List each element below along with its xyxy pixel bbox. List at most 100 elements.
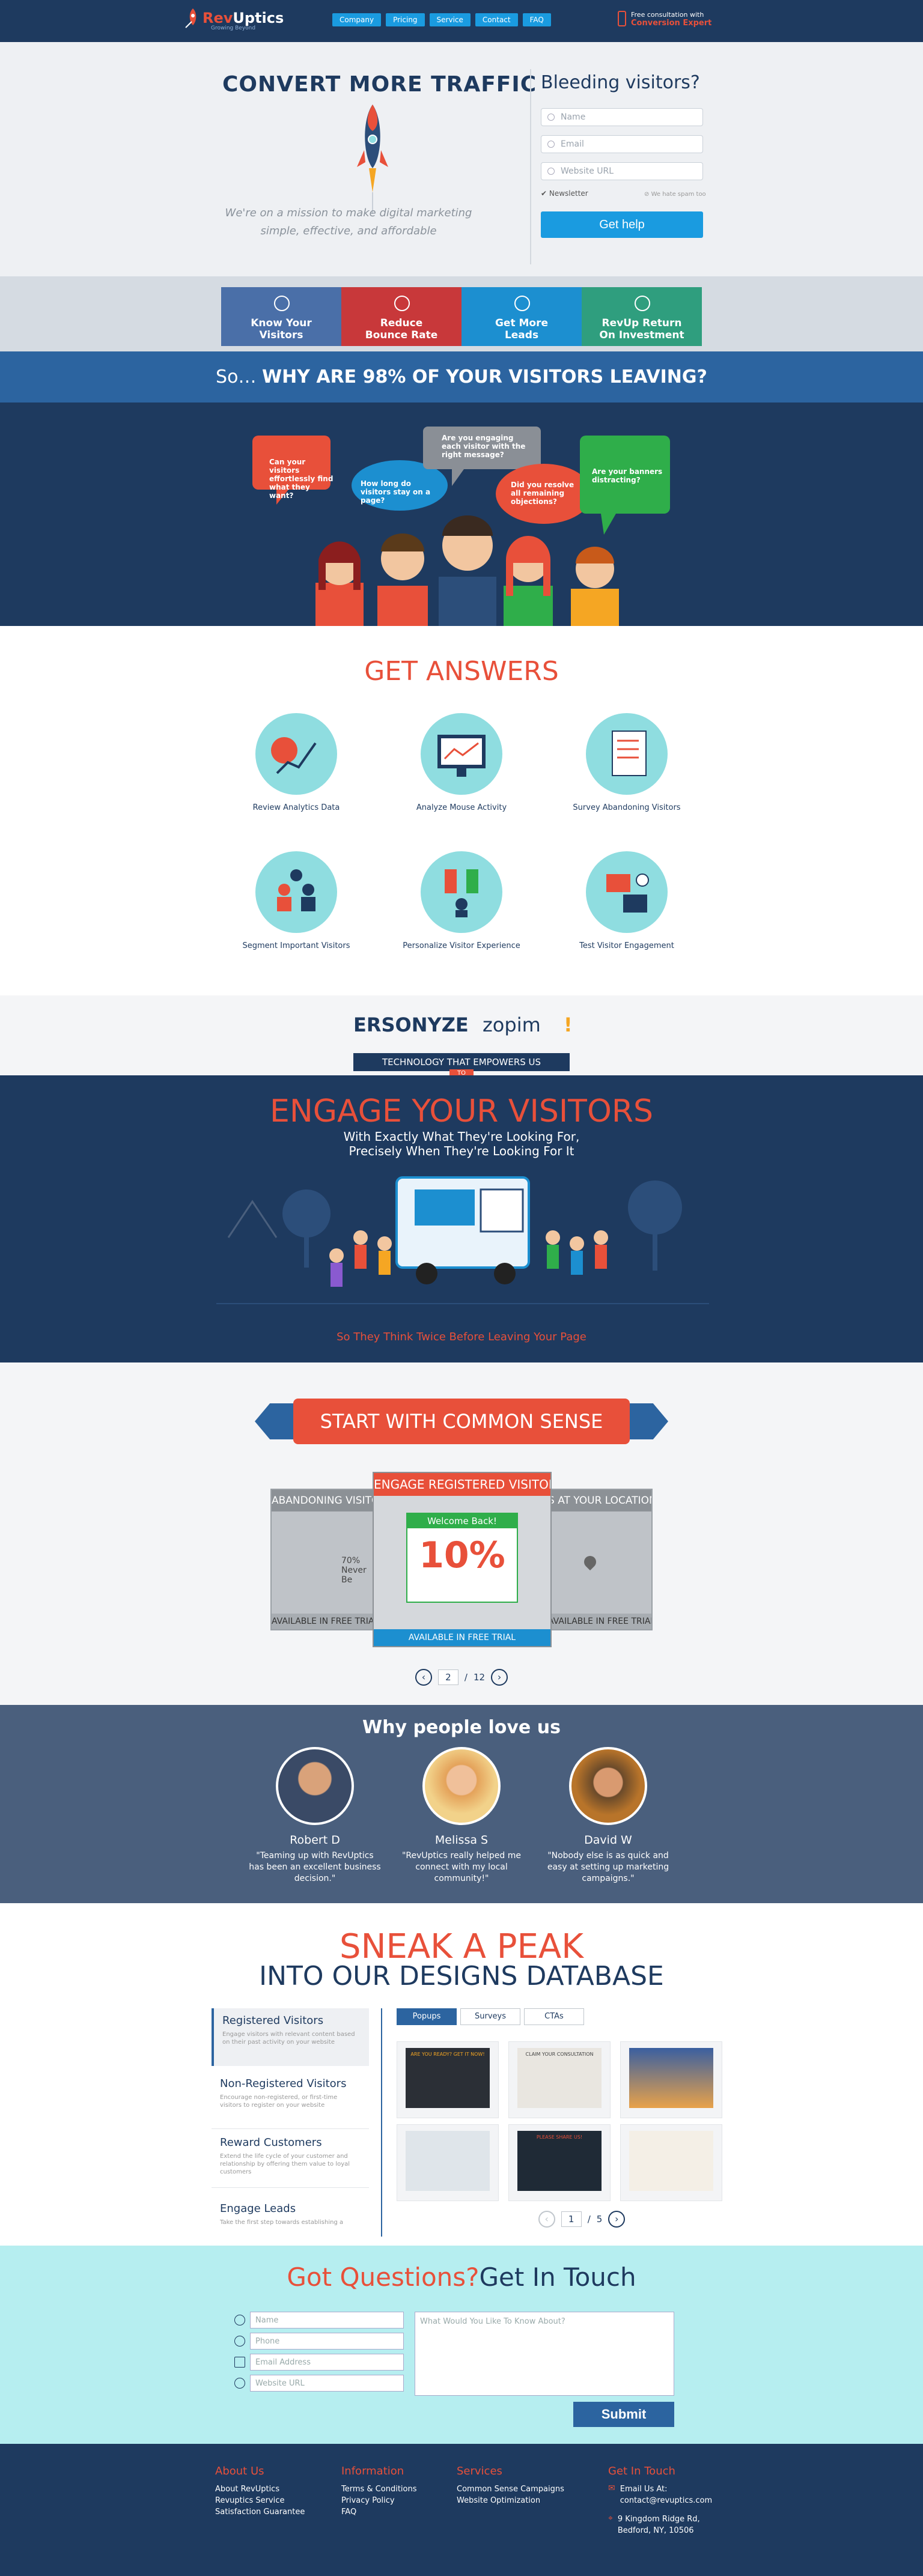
location-icon bbox=[274, 296, 290, 311]
contact-url-field[interactable]: Website URL bbox=[250, 2375, 404, 2392]
page-number-input[interactable]: 1 bbox=[561, 2211, 582, 2227]
footer-email-address[interactable]: contact@revuptics.com bbox=[620, 2495, 712, 2506]
design-thumb[interactable] bbox=[620, 2124, 722, 2201]
footer-heading: Services bbox=[457, 2465, 502, 2477]
thumb-caption: ARE YOU READY? GET IT NOW! bbox=[410, 2052, 485, 2057]
rocket-logo-icon bbox=[185, 8, 196, 28]
welcome-popup: Welcome Back! 10% bbox=[406, 1513, 518, 1603]
footer-address: ⌖ 9 Kingdom Ridge Rd, Bedford, NY, 10506 bbox=[608, 2514, 712, 2536]
footer-link[interactable]: Common Sense Campaigns bbox=[457, 2483, 564, 2495]
nav-faq[interactable]: FAQ bbox=[522, 13, 551, 26]
contact-message-field[interactable]: What Would You Like To Know About? bbox=[415, 2312, 674, 2396]
prev-arrow-icon[interactable]: ‹ bbox=[538, 2211, 555, 2228]
testimonials-title: Why people love us bbox=[362, 1717, 561, 1738]
engage-subtitle-2: Precisely When They're Looking For It bbox=[349, 1144, 574, 1158]
nav-pricing[interactable]: Pricing bbox=[386, 13, 425, 26]
consultation-cta[interactable]: Free consultation with Conversion Expert bbox=[618, 11, 711, 28]
category-desc: Encourage non-registered, or first-time … bbox=[220, 2094, 338, 2109]
contact-submit-button[interactable]: Submit bbox=[573, 2402, 674, 2427]
design-thumb[interactable] bbox=[397, 2124, 499, 2201]
design-tabs: Popups Surveys CTAs bbox=[397, 2008, 584, 2025]
footer-services: Services Common Sense Campaigns Website … bbox=[457, 2465, 564, 2506]
globe-icon bbox=[234, 2378, 245, 2389]
page-separator: / bbox=[587, 2214, 591, 2225]
bubble-objections: Did you resolve all remaining objections… bbox=[511, 481, 574, 506]
contact-phone-field[interactable]: Phone bbox=[250, 2333, 404, 2350]
contact-title-b: Get In Touch bbox=[479, 2262, 636, 2292]
category-reward[interactable]: Reward Customers Extend the life cycle of… bbox=[212, 2130, 369, 2188]
tile-know-visitors[interactable]: Know Your Visitors bbox=[221, 287, 341, 346]
visitors-illustration: Can your visitors effortlessly find what… bbox=[0, 402, 923, 626]
answer-survey[interactable]: Survey Abandoning Visitors bbox=[567, 713, 687, 813]
nav-service[interactable]: Service bbox=[429, 13, 471, 26]
footer-link[interactable]: Terms & Conditions bbox=[341, 2483, 417, 2495]
design-thumb[interactable]: PLEASE SHARE US! bbox=[508, 2124, 611, 2201]
tile-label-line1: RevUp Return bbox=[602, 317, 682, 329]
person-quote: "RevUptics really helped me connect with… bbox=[401, 1851, 521, 1883]
footer-link[interactable]: Satisfaction Guarantee bbox=[215, 2506, 305, 2518]
website-url-field[interactable]: Website URL bbox=[541, 162, 703, 180]
testimonials-section: Why people love us Robert D "Teaming up w… bbox=[0, 1705, 923, 1903]
footer-link[interactable]: About RevUptics bbox=[215, 2483, 305, 2495]
category-name: Registered Visitors bbox=[222, 2014, 324, 2027]
footer-heading: About Us bbox=[215, 2465, 264, 2477]
tile-more-leads[interactable]: Get More Leads bbox=[462, 287, 582, 346]
tab-surveys[interactable]: Surveys bbox=[460, 2008, 520, 2025]
email-icon bbox=[234, 2357, 245, 2368]
logo[interactable]: Rev Uptics Growing Beyond bbox=[183, 7, 284, 31]
design-thumb[interactable] bbox=[620, 2041, 722, 2118]
personalize-icon bbox=[421, 851, 502, 933]
get-help-button[interactable]: Get help bbox=[541, 211, 703, 238]
card-title: ENGAGE REGISTERED VISITORS bbox=[374, 1473, 550, 1496]
newsletter-checkbox[interactable]: ✔ Newsletter bbox=[541, 189, 588, 198]
design-thumb[interactable]: ARE YOU READY? GET IT NOW! bbox=[397, 2041, 499, 2118]
why-text: WHY ARE 98% OF YOUR VISITORS LEAVING? bbox=[261, 366, 707, 387]
tile-label-line1: Reduce bbox=[380, 317, 423, 329]
footer-email[interactable]: ✉ Email Us At: contact@revuptics.com bbox=[608, 2483, 712, 2506]
next-arrow-icon[interactable]: › bbox=[491, 1669, 508, 1686]
next-arrow-icon[interactable]: › bbox=[608, 2211, 626, 2228]
card-title: S AT YOUR LOCATION bbox=[548, 1490, 651, 1511]
designs-database-section: SNEAK A PEAK INTO OUR DESIGNS DATABASE R… bbox=[0, 1903, 923, 2246]
answer-segment[interactable]: Segment Important Visitors bbox=[236, 851, 356, 951]
analytics-icon bbox=[255, 713, 337, 795]
monitor-icon bbox=[421, 713, 502, 795]
answer-personalize[interactable]: Personalize Visitor Experience bbox=[401, 851, 522, 951]
contact-email-field[interactable]: Email Address bbox=[250, 2354, 404, 2371]
partner-logo-other: ! bbox=[564, 1013, 573, 1036]
answer-analytics[interactable]: Review Analytics Data bbox=[236, 713, 356, 813]
design-thumb[interactable]: CLAIM YOUR CONSULTATION bbox=[508, 2041, 611, 2118]
site-header: Rev Uptics Growing Beyond Company Pricing… bbox=[0, 0, 923, 42]
avatar bbox=[276, 1747, 354, 1825]
email-field[interactable]: Email bbox=[541, 135, 703, 153]
prev-arrow-icon[interactable]: ‹ bbox=[415, 1669, 432, 1686]
card-title: ABANDONING VISITORS bbox=[272, 1490, 375, 1511]
tile-revup-roi[interactable]: RevUp Return On Investment bbox=[582, 287, 702, 346]
nav-company[interactable]: Company bbox=[332, 13, 382, 26]
answer-mouse-activity[interactable]: Analyze Mouse Activity bbox=[401, 713, 522, 813]
tile-label-line2: Visitors bbox=[259, 329, 303, 341]
rocket-icon bbox=[357, 105, 388, 214]
category-non-registered[interactable]: Non-Registered Visitors Encourage non-reg… bbox=[212, 2071, 369, 2129]
page-number-input[interactable]: 2 bbox=[437, 1669, 458, 1685]
footer-email-label: Email Us At: bbox=[620, 2485, 668, 2494]
contact-name-field[interactable]: Name bbox=[250, 2312, 404, 2328]
footer-link[interactable]: Privacy Policy bbox=[341, 2495, 417, 2506]
campaign-card-abandoning[interactable]: ABANDONING VISITORS 70% Never Be AVAILAB… bbox=[270, 1489, 376, 1630]
tab-ctas[interactable]: CTAs bbox=[524, 2008, 584, 2025]
tab-popups[interactable]: Popups bbox=[397, 2008, 457, 2025]
growth-chart-icon bbox=[635, 296, 650, 311]
answer-test[interactable]: Test Visitor Engagement bbox=[567, 851, 687, 951]
campaign-card-registered[interactable]: ENGAGE REGISTERED VISITORS Welcome Back!… bbox=[373, 1472, 552, 1647]
name-field[interactable]: Name bbox=[541, 108, 703, 126]
footer-link[interactable]: Revuptics Service bbox=[215, 2495, 305, 2506]
thumb-caption: CLAIM YOUR CONSULTATION bbox=[525, 2052, 594, 2057]
nav-contact[interactable]: Contact bbox=[475, 13, 518, 26]
footer-link[interactable]: Website Optimization bbox=[457, 2495, 564, 2506]
campaign-card-location[interactable]: S AT YOUR LOCATION AVAILABLE IN FREE TRI… bbox=[547, 1489, 653, 1630]
footer-information: Information Terms & Conditions Privacy P… bbox=[341, 2465, 417, 2518]
tile-reduce-bounce[interactable]: Reduce Bounce Rate bbox=[341, 287, 462, 346]
footer-link[interactable]: FAQ bbox=[341, 2506, 417, 2518]
category-registered[interactable]: Registered Visitors Engage visitors with … bbox=[212, 2008, 369, 2066]
ab-test-icon bbox=[586, 851, 668, 933]
